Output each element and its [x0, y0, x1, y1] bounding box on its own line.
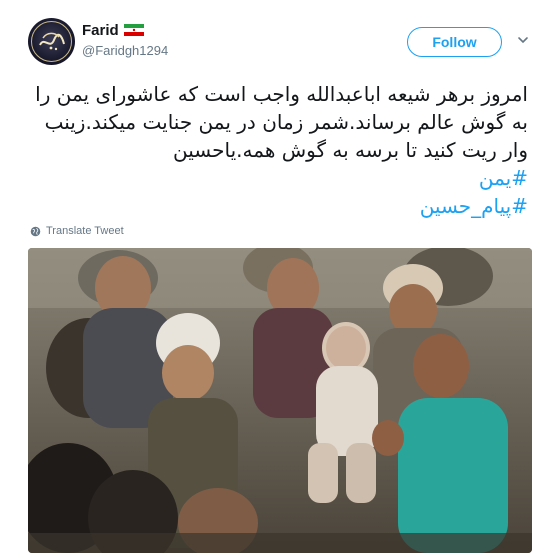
hashtag-link[interactable]: #یمن — [30, 164, 528, 192]
chevron-down-icon[interactable] — [517, 34, 529, 46]
calligraphy-avatar-icon — [31, 21, 72, 62]
tweet-text: امروز برهر شیعه اباعبدالله واجب است که ع… — [30, 80, 528, 220]
translate-tweet-link[interactable]: Translate Tweet — [30, 225, 124, 237]
globe-icon — [30, 226, 41, 236]
author-display-name[interactable]: Farid — [82, 22, 119, 39]
author-name-row: Farid — [82, 22, 144, 39]
tweet-text-line: امروز برهر شیعه اباعبدالله واجب است که ع… — [35, 82, 528, 106]
tweet-text-line: وار ریت کنید تا برسه به گوش همه.یاحسین — [173, 138, 528, 162]
hashtag-link[interactable]: #پیام_حسین — [30, 192, 528, 220]
author-handle[interactable]: @Faridgh1294 — [82, 43, 168, 58]
follow-button[interactable]: Follow — [407, 27, 502, 57]
rescue-photo — [28, 248, 532, 553]
tweet-text-line: به گوش عالم برساند.شمر زمان در یمن جنایت… — [44, 110, 528, 134]
tweet-card: Farid @Faridgh1294 Follow امروز برهر شیع… — [0, 0, 560, 558]
tweet-photo[interactable] — [28, 248, 532, 553]
author-avatar[interactable] — [28, 18, 75, 65]
translate-tweet-label: Translate Tweet — [46, 225, 124, 237]
iran-flag-icon — [123, 23, 144, 36]
